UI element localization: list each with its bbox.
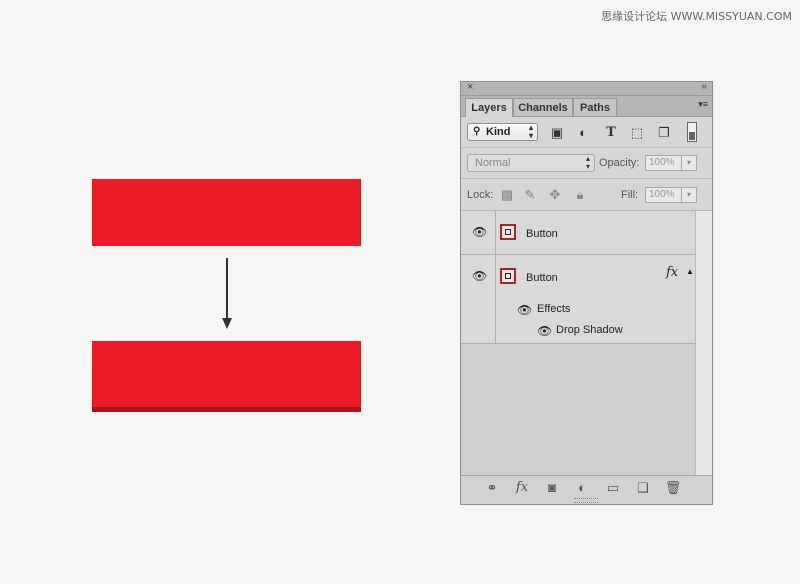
arrow-head [222, 318, 232, 329]
updown-icon: ▴ ▾ [528, 123, 533, 140]
tab-layers[interactable]: Layers [465, 98, 513, 117]
layer-name[interactable]: Button [526, 272, 558, 284]
filter-toggle[interactable] [687, 122, 697, 142]
type-filter-icon[interactable]: T [603, 125, 619, 141]
chevron-down-icon[interactable]: ▾ [681, 188, 696, 202]
chevron-down-icon[interactable]: ▾ [681, 156, 696, 170]
shape-layer-thumbnail [500, 224, 516, 240]
watermark: 思缘设计论坛 WWW.MISSYUAN.COM [601, 10, 792, 23]
filter-row: ⚲ Kind ▴ ▾ ▣ ◐ T ⬚ ❐ [461, 117, 712, 148]
eye-icon[interactable]: 👁︎ [472, 225, 487, 239]
smart-object-filter-icon[interactable]: ❐ [656, 125, 672, 141]
lock-label: Lock: [467, 189, 494, 201]
adjustment-filter-icon[interactable]: ◐ [575, 125, 591, 141]
shape-filter-icon[interactable]: ⬚ [629, 125, 645, 141]
drop-shadow [92, 407, 361, 412]
layer-row[interactable]: 👁︎ Button [461, 211, 696, 255]
delete-icon[interactable]: 🗑︎ [664, 480, 682, 496]
visibility-column: 👁︎ [461, 255, 496, 343]
eye-icon[interactable]: 👁︎ [517, 303, 532, 317]
layer-name[interactable]: Button [526, 228, 558, 240]
lock-row: Lock: ▩ ✎ ✥ 🔒︎ Fill: 100% ▾ [461, 179, 712, 211]
search-icon: ⚲ [473, 126, 481, 137]
eye-icon[interactable]: 👁︎ [537, 324, 552, 338]
image-filter-icon[interactable]: ▣ [549, 125, 565, 141]
visibility-column: 👁︎ [461, 211, 496, 254]
eye-icon[interactable]: 👁︎ [472, 269, 487, 283]
tab-paths[interactable]: Paths [573, 98, 617, 116]
link-icon[interactable]: ⚭ [483, 480, 501, 496]
opacity-label: Opacity: [599, 157, 640, 169]
blend-mode-value: Normal [475, 157, 511, 169]
layers-list: 👁︎ Button 👁︎ Button fx ▲ 👁︎ Effects 👁︎ D… [461, 211, 712, 476]
new-adjustment-icon[interactable]: ◐ [573, 480, 591, 495]
layer-row[interactable]: 👁︎ Button fx ▲ 👁︎ Effects 👁︎ Drop Shadow [461, 255, 696, 344]
new-layer-icon[interactable]: ❑ [634, 480, 652, 496]
button-after [92, 341, 361, 412]
kind-label: Kind [486, 126, 511, 138]
fx-icon[interactable]: fx [666, 265, 678, 280]
opacity-field[interactable]: 100% ▾ [645, 155, 697, 171]
drop-shadow-effect[interactable]: Drop Shadow [556, 324, 623, 336]
collapse-icon[interactable]: « [701, 81, 707, 92]
down-arrow [226, 258, 228, 320]
blend-mode-select[interactable]: Normal ▴ ▾ [467, 154, 595, 172]
opacity-value: 100% [649, 157, 675, 168]
new-group-icon[interactable]: ▭ [604, 480, 622, 496]
panel-menu-icon[interactable]: ▾≡ [698, 99, 708, 110]
lock-brush-icon[interactable]: ✎ [523, 187, 537, 203]
tab-channels[interactable]: Channels [513, 98, 573, 116]
lock-transparent-icon[interactable]: ▩ [500, 187, 514, 203]
add-style-icon[interactable]: fx [513, 480, 531, 495]
effects-label: Effects [537, 303, 571, 315]
fill-label: Fill: [621, 189, 639, 201]
kind-filter-select[interactable]: ⚲ Kind ▴ ▾ [467, 123, 538, 141]
blend-row: Normal ▴ ▾ Opacity: 100% ▾ [461, 148, 712, 179]
panel-tabs: Layers Channels Paths ▾≡ [461, 96, 712, 117]
lock-all-icon[interactable]: 🔒︎ [573, 187, 587, 203]
add-mask-icon[interactable]: ◙ [543, 480, 561, 495]
panel-titlebar: × « [461, 81, 712, 96]
collapse-effects-icon[interactable]: ▲ [686, 267, 694, 276]
scrollbar[interactable] [695, 211, 712, 476]
layers-panel: × « Layers Channels Paths ▾≡ ⚲ Kind ▴ ▾ ▣… [460, 81, 713, 505]
button-before [92, 179, 361, 246]
layers-bottom-bar: ⚭ fx ◙ ◐ ▭ ❑ 🗑︎ [461, 475, 712, 504]
fill-field[interactable]: 100% ▾ [645, 187, 697, 203]
close-icon[interactable]: × [467, 81, 473, 93]
resize-grip[interactable] [574, 498, 598, 503]
fill-value: 100% [649, 189, 675, 200]
updown-icon: ▴ ▾ [585, 154, 590, 171]
shape-layer-thumbnail [500, 268, 516, 284]
lock-position-icon[interactable]: ✥ [548, 187, 562, 203]
